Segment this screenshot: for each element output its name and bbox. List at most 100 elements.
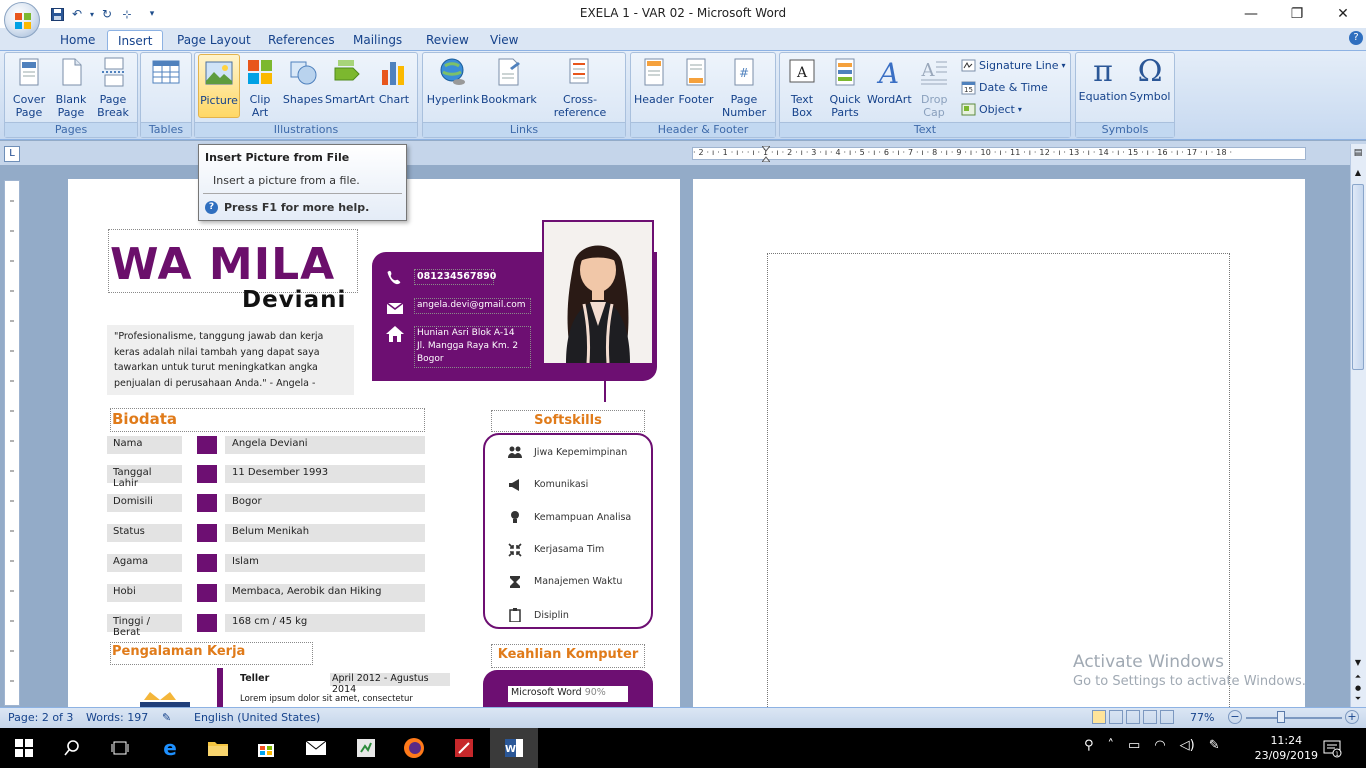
tab-home[interactable]: Home: [50, 30, 105, 50]
store-icon[interactable]: [242, 728, 290, 768]
date-time-button[interactable]: 15 Date & Time: [961, 78, 1048, 96]
picture-button[interactable]: Picture: [198, 54, 240, 118]
word-app-icon[interactable]: W: [490, 728, 538, 768]
chart-button[interactable]: Chart: [374, 56, 414, 106]
softskill-item[interactable]: Kerjasama Tim: [534, 544, 604, 555]
scroll-up-icon[interactable]: ▲: [1352, 168, 1364, 180]
object-button[interactable]: Object ▾: [961, 100, 1022, 118]
address-line-2[interactable]: Jl. Mangga Raya Km. 2: [417, 341, 518, 351]
zoom-in-icon[interactable]: +: [1345, 710, 1359, 724]
select-browse-object-icon[interactable]: ●: [1352, 684, 1364, 694]
shapes-button[interactable]: Shapes: [282, 56, 324, 106]
firefox-icon[interactable]: [390, 728, 438, 768]
indent-marker-icon[interactable]: [760, 145, 772, 163]
help-icon[interactable]: ?: [1349, 31, 1363, 45]
tab-view[interactable]: View: [480, 30, 528, 50]
task-view-icon[interactable]: [96, 728, 144, 768]
softskill-item[interactable]: Jiwa Kepemimpinan: [534, 447, 627, 458]
page-counter[interactable]: Page: 2 of 3: [8, 711, 73, 724]
quick-parts-button[interactable]: Quick Parts: [824, 56, 866, 119]
office-button[interactable]: [4, 2, 40, 38]
outline-icon[interactable]: [1143, 710, 1157, 724]
computer-skill-item[interactable]: Microsoft Word 90%: [508, 686, 628, 702]
edge-browser-icon[interactable]: e: [146, 728, 194, 768]
phone-number[interactable]: 081234567890: [417, 271, 496, 282]
excel-like-app-icon[interactable]: [342, 728, 390, 768]
table-button[interactable]: [144, 56, 188, 93]
footer-button[interactable]: Footer: [676, 56, 716, 106]
cv-name[interactable]: WA MILA: [110, 240, 335, 290]
zoom-out-icon[interactable]: −: [1228, 710, 1242, 724]
clock[interactable]: 11:24 23/09/2019: [1255, 733, 1318, 763]
people-tray-icon[interactable]: ⚲: [1084, 738, 1094, 753]
web-layout-icon[interactable]: [1126, 710, 1140, 724]
close-button[interactable]: ✕: [1320, 0, 1366, 28]
maximize-button[interactable]: ❐: [1274, 0, 1320, 28]
symbol-button[interactable]: Ω Symbol: [1128, 56, 1172, 104]
print-layout-icon[interactable]: [1092, 710, 1106, 724]
previous-page-icon[interactable]: ⏶: [1352, 672, 1364, 684]
signature-line-button[interactable]: Signature Line ▾: [961, 56, 1066, 74]
tab-page-layout[interactable]: Page Layout: [167, 30, 261, 50]
battery-icon[interactable]: ▭: [1128, 738, 1140, 753]
smartart-button[interactable]: SmartArt: [325, 56, 375, 106]
word-count[interactable]: Words: 197: [86, 711, 148, 724]
blank-page-button[interactable]: Blank Page: [52, 56, 90, 119]
zoom-slider-thumb[interactable]: [1277, 711, 1285, 723]
tab-mailings[interactable]: Mailings: [343, 30, 412, 50]
draft-icon[interactable]: [1160, 710, 1174, 724]
address-line-3[interactable]: Bogor: [417, 354, 444, 364]
horizontal-ruler[interactable]: · 2 · ı · 1 · ı · · ı · 1 · ı · 2 · ı · …: [692, 147, 1306, 160]
tab-review[interactable]: Review: [416, 30, 479, 50]
powerpoint-like-app-icon[interactable]: [440, 728, 488, 768]
text-box-button[interactable]: A Text Box: [782, 56, 822, 119]
minimize-button[interactable]: —: [1228, 0, 1274, 28]
wordart-button[interactable]: A WordArt: [867, 56, 912, 106]
email-address[interactable]: angela.devi@gmail.com: [417, 300, 526, 310]
zoom-slider-track[interactable]: [1246, 717, 1342, 719]
computer-title[interactable]: Keahlian Komputer: [491, 647, 645, 662]
drop-cap-button[interactable]: A Drop Cap: [913, 56, 955, 119]
equation-button[interactable]: π Equation: [1078, 56, 1128, 104]
page-number-button[interactable]: # Page Number: [718, 56, 770, 119]
full-screen-reading-icon[interactable]: [1109, 710, 1123, 724]
search-icon[interactable]: [48, 728, 96, 768]
softskill-item[interactable]: Kemampuan Analisa: [534, 512, 631, 523]
tab-insert[interactable]: Insert: [107, 30, 164, 50]
cover-page-button[interactable]: Cover Page: [7, 56, 51, 119]
softskills-title[interactable]: Softskills: [491, 413, 645, 428]
profile-photo[interactable]: [542, 220, 654, 365]
softskill-item[interactable]: Manajemen Waktu: [534, 576, 622, 587]
zoom-level[interactable]: 77%: [1190, 711, 1214, 724]
volume-icon[interactable]: ◁): [1180, 738, 1195, 753]
tab-selector[interactable]: L: [4, 146, 20, 162]
scrollbar-thumb[interactable]: [1352, 184, 1364, 370]
cv-surname[interactable]: Deviani: [242, 287, 346, 313]
header-button[interactable]: Header: [633, 56, 675, 106]
address-line-1[interactable]: Hunian Asri Blok A-14: [417, 328, 515, 338]
clip-art-button[interactable]: Clip Art: [242, 56, 278, 119]
bookmark-button[interactable]: Bookmark: [481, 56, 537, 106]
job-period[interactable]: April 2012 - Agustus 2014: [330, 673, 450, 695]
cross-reference-button[interactable]: Cross-reference: [537, 56, 623, 119]
softskill-item[interactable]: Komunikasi: [534, 479, 588, 490]
next-page-icon[interactable]: ⏷: [1352, 694, 1364, 706]
hyperlink-button[interactable]: Hyperlink: [426, 56, 480, 106]
pen-icon[interactable]: ✎: [1209, 738, 1220, 753]
job-description[interactable]: Lorem ipsum dolor sit amet, consectetur: [240, 694, 413, 704]
notifications-icon[interactable]: 1: [1322, 738, 1342, 758]
mail-icon[interactable]: [292, 728, 340, 768]
page-break-button[interactable]: Page Break: [92, 56, 134, 119]
experience-title[interactable]: Pengalaman Kerja: [112, 644, 245, 659]
proofing-icon[interactable]: ✎: [162, 711, 171, 724]
show-hidden-icons-icon[interactable]: ˄: [1108, 738, 1115, 753]
ruler-toggle-icon[interactable]: ▤: [1352, 148, 1364, 162]
job-title[interactable]: Teller: [240, 673, 269, 684]
wifi-icon[interactable]: ◠: [1154, 738, 1165, 753]
file-explorer-icon[interactable]: [194, 728, 242, 768]
scroll-down-icon[interactable]: ▼: [1352, 658, 1364, 670]
language[interactable]: English (United States): [194, 711, 320, 724]
tab-references[interactable]: References: [258, 30, 345, 50]
cv-quote[interactable]: "Profesionalisme, tanggung jawab dan ker…: [107, 325, 354, 395]
start-button[interactable]: [0, 728, 48, 768]
